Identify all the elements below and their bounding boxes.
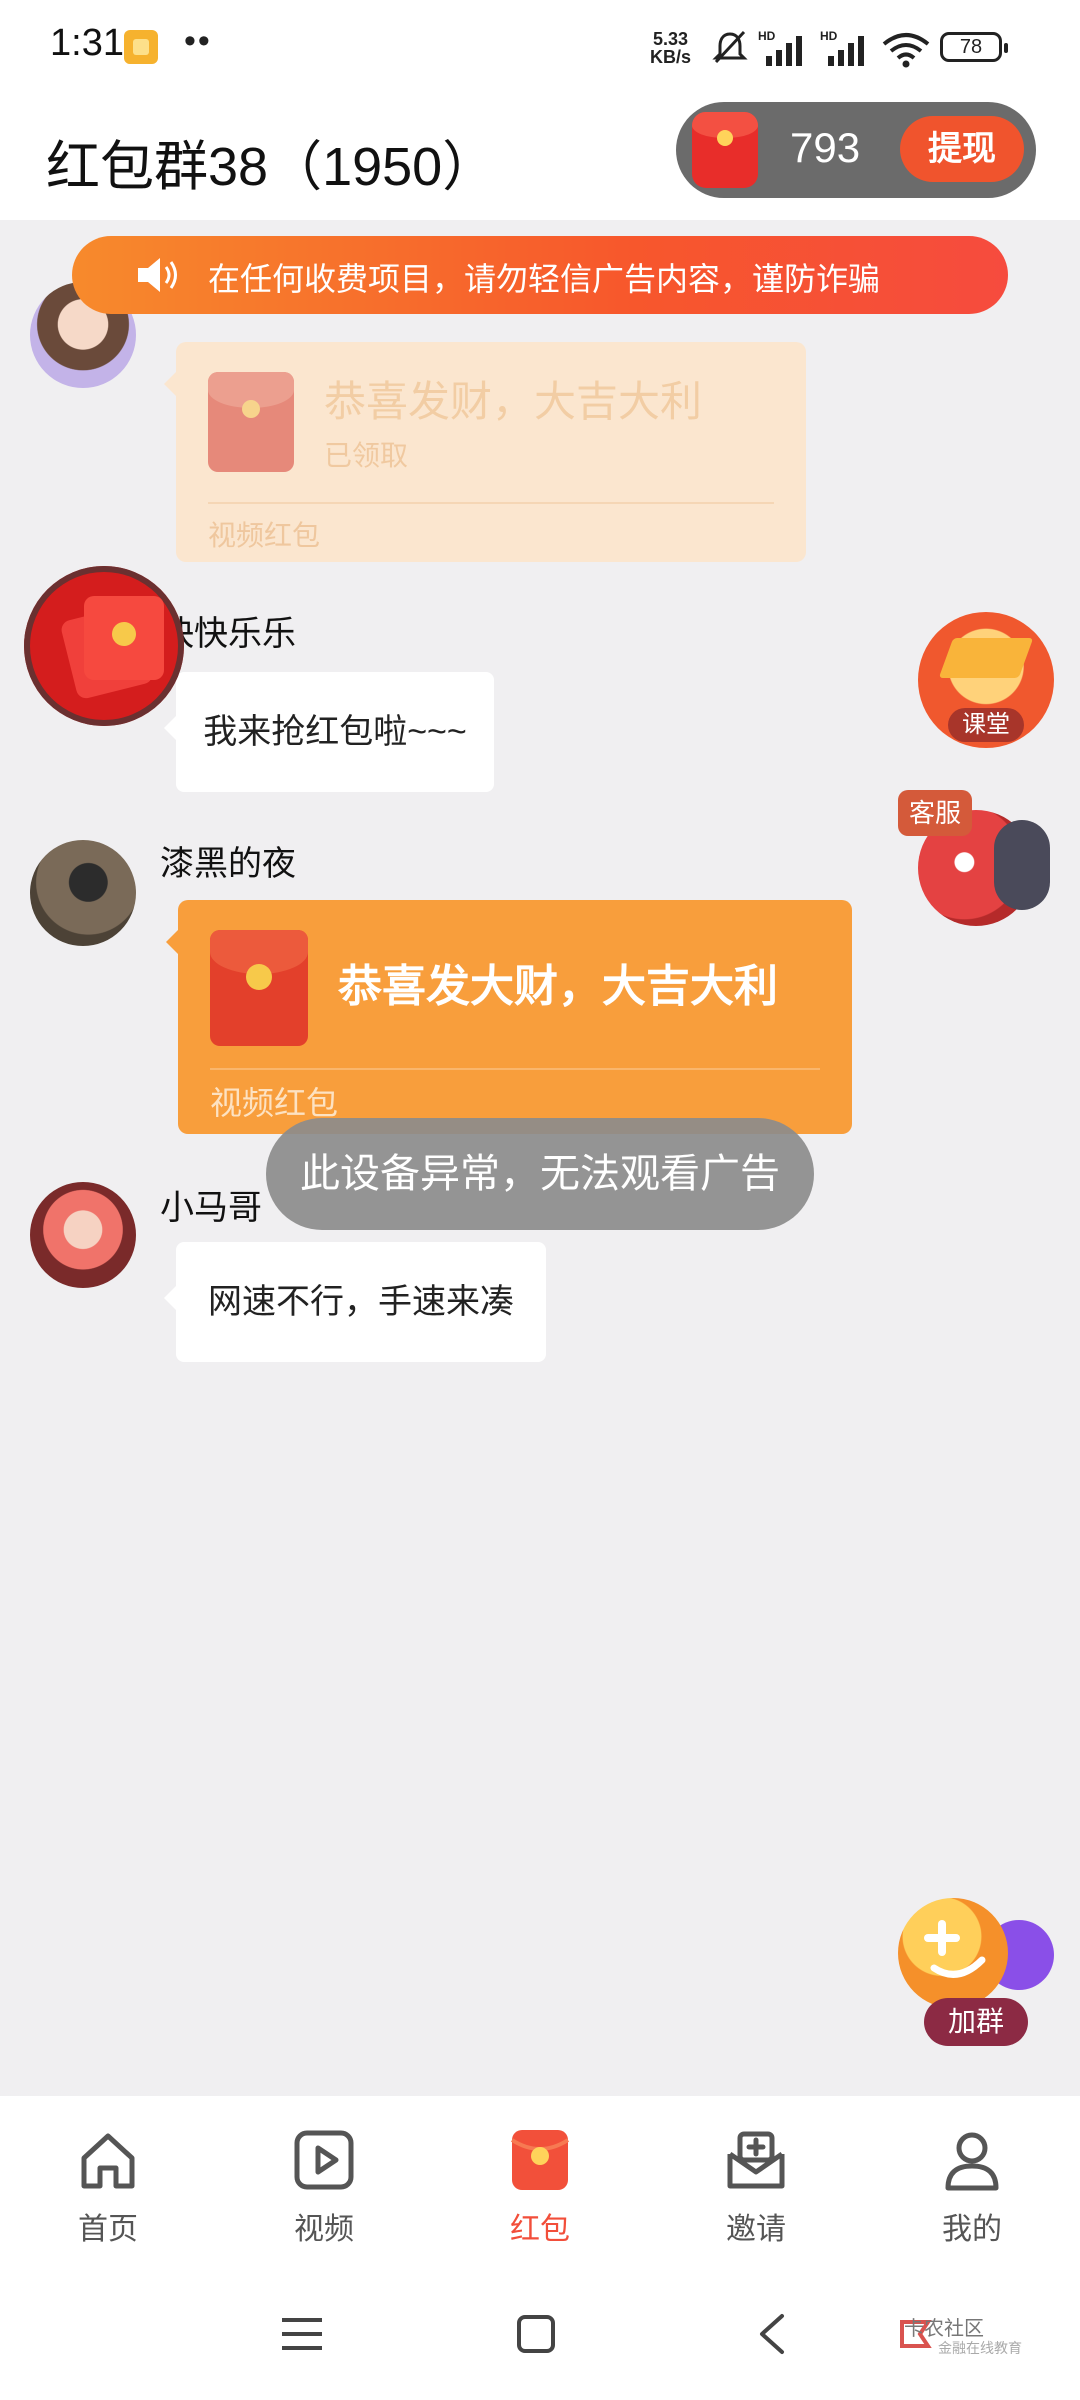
red-packet-icon (210, 930, 308, 1046)
floating-red-packet-button[interactable] (24, 566, 184, 726)
red-packet-status: 已领取 (324, 440, 409, 471)
menu-icon[interactable] (280, 2314, 324, 2354)
bottom-navigation: 首页 视频 红包 邀请 我的 (0, 2096, 1080, 2272)
avatar[interactable] (30, 1182, 136, 1288)
video-icon (294, 2130, 354, 2190)
headset-icon (994, 820, 1050, 910)
network-speed-value: 5.33 (652, 29, 689, 49)
red-packet-title: 恭喜发财，大吉大利 (324, 378, 703, 425)
system-navigation-bar: 卡农社区 金融在线教育 (0, 2272, 1080, 2400)
home-square-icon[interactable] (516, 2314, 556, 2354)
notice-text: 在任何收费项目，请勿轻信广告内容，谨防诈骗 (208, 261, 881, 297)
status-time: 1:31 (50, 22, 124, 64)
divider (208, 502, 774, 504)
divider (210, 1068, 820, 1070)
customer-service-label: 客服 (898, 790, 972, 836)
red-packet-message-claimed[interactable]: 恭喜发财，大吉大利 已领取 视频红包 (164, 342, 806, 562)
withdraw-button[interactable]: 提现 (900, 116, 1024, 182)
red-packet-type: 视频红包 (208, 520, 321, 551)
signal-hd-2-icon: HD (820, 29, 864, 66)
add-chat-icon (898, 1898, 1008, 2008)
red-packet-icon (692, 112, 758, 188)
notice-banner[interactable]: 在任何收费项目，请勿轻信广告内容，谨防诈骗 (72, 236, 1008, 314)
speaker-icon (138, 258, 177, 292)
text-message-bubble[interactable]: 我来抢红包啦~~~ (164, 672, 494, 792)
svg-text:HD: HD (758, 29, 776, 43)
svg-text:HD: HD (820, 29, 838, 43)
signal-hd-1-icon: HD (758, 29, 802, 66)
home-icon (81, 2133, 135, 2189)
network-speed-unit: KB/s (650, 47, 692, 67)
nav-item-video[interactable]: 视频 (216, 2096, 432, 2272)
red-packet-icon (84, 596, 164, 680)
nav-label: 首页 (78, 2213, 138, 2246)
more-notifications-dots: •• (184, 22, 212, 60)
red-packet-icon (208, 372, 294, 472)
classroom-label: 课堂 (948, 708, 1024, 742)
mute-bell-icon (712, 30, 748, 64)
nav-label: 我的 (942, 2213, 1002, 2246)
nav-item-profile[interactable]: 我的 (864, 2096, 1080, 2272)
classroom-button[interactable]: 课堂 (918, 612, 1054, 748)
customer-service-button[interactable]: 客服 (898, 790, 1054, 926)
network-speed: 5.33 KB/s (650, 30, 691, 66)
red-packet-message[interactable]: 恭喜发大财，大吉大利 视频红包 (166, 900, 852, 1134)
profile-icon (945, 2132, 999, 2191)
nav-item-invite[interactable]: 邀请 (648, 2096, 864, 2272)
avatar[interactable] (30, 840, 136, 946)
invite-icon (727, 2131, 785, 2189)
plus-smile-icon (924, 1920, 986, 1978)
join-group-label: 加群 (924, 1998, 1028, 2046)
chat-header: 红包群38（1950） 793 提现 (0, 96, 1080, 220)
red-packet-icon (510, 2130, 570, 2190)
nav-label: 红包 (510, 2213, 570, 2246)
wifi-icon (882, 33, 930, 68)
graduation-cap-icon (938, 638, 1034, 678)
sender-name: 漆黑的夜 (160, 845, 296, 883)
battery-indicator: 78 (940, 32, 1008, 62)
nav-item-red-packet[interactable]: 红包 (432, 2096, 648, 2272)
wallet-pill[interactable]: 793 提现 (676, 102, 1036, 198)
group-title: 红包群38（1950） (46, 137, 497, 197)
watermark-subtext: 金融在线教育 (938, 2340, 1022, 2356)
red-packet-title: 恭喜发大财，大吉大利 (338, 962, 778, 1011)
text-message-bubble[interactable]: 网速不行，手速来凑 (164, 1242, 546, 1362)
wallet-balance: 793 (790, 124, 861, 171)
nav-label: 视频 (294, 2213, 354, 2246)
join-group-button[interactable]: 加群 (898, 1898, 1058, 2058)
notification-app-icon (124, 30, 158, 64)
nav-label: 邀请 (726, 2213, 786, 2246)
watermark-text: 卡农社区 (904, 2318, 984, 2340)
nav-item-home[interactable]: 首页 (0, 2096, 216, 2272)
back-icon[interactable] (756, 2312, 786, 2356)
toast-message: 此设备异常，无法观看广告 (266, 1118, 814, 1230)
status-bar: 1:31 •• 5.33 KB/s HD HD 78 (0, 0, 1080, 96)
sender-name: 小马哥 (160, 1189, 262, 1227)
